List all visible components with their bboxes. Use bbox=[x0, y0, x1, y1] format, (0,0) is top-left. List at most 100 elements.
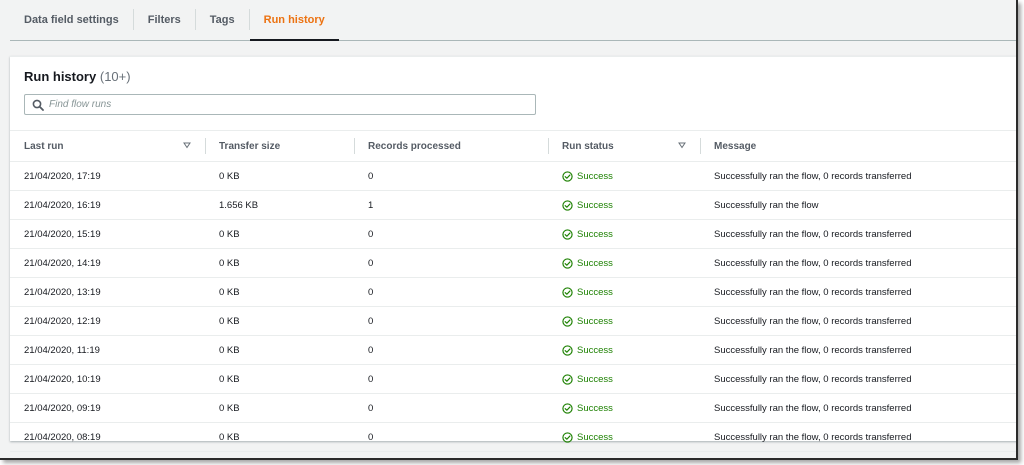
status-badge: Success bbox=[562, 345, 700, 356]
cell-records-processed: 1 bbox=[368, 199, 374, 211]
table-row[interactable]: 21/04/2020, 11:19 0 KB 0 Success Success… bbox=[10, 336, 1016, 365]
status-badge: Success bbox=[562, 171, 700, 182]
cell-message: Successfully ran the flow, 0 records tra… bbox=[714, 257, 912, 269]
status-badge: Success bbox=[562, 316, 700, 327]
column-header-label: Records processed bbox=[368, 140, 461, 152]
check-circle-icon bbox=[562, 344, 573, 356]
cell-last-run: 21/04/2020, 12:19 bbox=[24, 315, 101, 327]
check-circle-icon bbox=[562, 199, 573, 211]
check-circle-icon bbox=[562, 431, 573, 443]
column-divider bbox=[700, 138, 701, 154]
column-divider bbox=[354, 138, 355, 154]
cell-message: Successfully ran the flow, 0 records tra… bbox=[714, 373, 912, 385]
cell-transfer-size: 0 KB bbox=[219, 228, 240, 240]
tab-filters[interactable]: Filters bbox=[134, 0, 195, 40]
cell-message: Successfully ran the flow, 0 records tra… bbox=[714, 402, 912, 414]
status-text: Success bbox=[577, 344, 613, 356]
cell-run-status: Success bbox=[548, 287, 700, 298]
cell-last-run: 21/04/2020, 14:19 bbox=[24, 257, 101, 269]
status-text: Success bbox=[577, 199, 613, 211]
sort-down-icon[interactable] bbox=[678, 141, 686, 149]
panel-count: (10+) bbox=[99, 69, 131, 84]
column-header-transfer-size: Transfer size bbox=[205, 131, 354, 161]
check-circle-icon bbox=[562, 257, 573, 269]
panel-title: Run history (10+) bbox=[24, 69, 131, 84]
column-header-run-status[interactable]: Run status bbox=[548, 131, 700, 161]
cell-last-run: 21/04/2020, 10:19 bbox=[24, 373, 101, 385]
column-divider bbox=[548, 138, 549, 154]
table-row[interactable]: 21/04/2020, 14:19 0 KB 0 Success Success… bbox=[10, 249, 1016, 278]
panel-title-text: Run history bbox=[24, 69, 97, 84]
status-text: Success bbox=[577, 257, 613, 269]
cell-run-status: Success bbox=[548, 403, 700, 414]
column-header-label: Transfer size bbox=[219, 140, 281, 152]
tab-label: Tags bbox=[209, 14, 235, 26]
cell-message: Successfully ran the flow, 0 records tra… bbox=[714, 286, 912, 298]
status-text: Success bbox=[577, 228, 613, 240]
table-row[interactable]: 21/04/2020, 10:19 0 KB 0 Success Success… bbox=[10, 365, 1016, 394]
cell-message: Successfully ran the flow, 0 records tra… bbox=[714, 315, 912, 327]
table-row[interactable]: 21/04/2020, 15:19 0 KB 0 Success Success… bbox=[10, 220, 1016, 249]
check-circle-icon bbox=[562, 315, 573, 327]
cell-run-status: Success bbox=[548, 258, 700, 269]
cell-message: Successfully ran the flow, 0 records tra… bbox=[714, 344, 912, 356]
cell-records-processed: 0 bbox=[368, 257, 374, 269]
table-row[interactable]: 21/04/2020, 08:19 0 KB 0 Success Success… bbox=[10, 423, 1016, 452]
cell-records-processed: 0 bbox=[368, 228, 374, 240]
cell-run-status: Success bbox=[548, 171, 700, 182]
status-badge: Success bbox=[562, 403, 700, 414]
cell-last-run: 21/04/2020, 16:19 bbox=[24, 199, 101, 211]
cell-last-run: 21/04/2020, 09:19 bbox=[24, 402, 101, 414]
search-box[interactable] bbox=[24, 94, 536, 115]
table-body: 21/04/2020, 17:19 0 KB 0 Success Success… bbox=[10, 162, 1016, 452]
run-history-panel: Run history (10+) Last run Transf bbox=[10, 56, 1016, 452]
cell-run-status: Success bbox=[548, 374, 700, 385]
status-text: Success bbox=[577, 286, 613, 298]
app-frame: Data field settings Filters Tags Run his… bbox=[0, 0, 1018, 460]
cell-run-status: Success bbox=[548, 432, 700, 443]
cell-last-run: 21/04/2020, 11:19 bbox=[24, 344, 100, 356]
cell-records-processed: 0 bbox=[368, 344, 374, 356]
tab-tags[interactable]: Tags bbox=[196, 0, 249, 40]
cell-run-status: Success bbox=[548, 200, 700, 211]
cell-records-processed: 0 bbox=[368, 315, 374, 327]
cell-transfer-size: 0 KB bbox=[219, 257, 240, 269]
status-badge: Success bbox=[562, 374, 700, 385]
search-input[interactable] bbox=[49, 99, 519, 110]
column-header-label: Message bbox=[714, 140, 757, 152]
table-row[interactable]: 21/04/2020, 13:19 0 KB 0 Success Success… bbox=[10, 278, 1016, 307]
cell-records-processed: 0 bbox=[368, 373, 374, 385]
tab-bar: Data field settings Filters Tags Run his… bbox=[10, 0, 1016, 41]
cell-run-status: Success bbox=[548, 345, 700, 356]
table-row[interactable]: 21/04/2020, 17:19 0 KB 0 Success Success… bbox=[10, 162, 1016, 191]
column-header-last-run[interactable]: Last run bbox=[10, 131, 205, 161]
cell-transfer-size: 0 KB bbox=[219, 170, 240, 182]
table-row[interactable]: 21/04/2020, 09:19 0 KB 0 Success Success… bbox=[10, 394, 1016, 423]
table-row[interactable]: 21/04/2020, 12:19 0 KB 0 Success Success… bbox=[10, 307, 1016, 336]
cell-run-status: Success bbox=[548, 316, 700, 327]
table-row[interactable]: 21/04/2020, 16:19 1.656 KB 1 Success Suc… bbox=[10, 191, 1016, 220]
status-text: Success bbox=[577, 170, 613, 182]
column-header-label: Run status bbox=[562, 140, 614, 152]
cell-transfer-size: 0 KB bbox=[219, 373, 240, 385]
sort-down-icon[interactable] bbox=[183, 141, 191, 149]
tab-label: Data field settings bbox=[24, 14, 119, 26]
cell-records-processed: 0 bbox=[368, 402, 374, 414]
cell-message: Successfully ran the flow bbox=[714, 199, 819, 211]
tab-label: Filters bbox=[147, 14, 181, 26]
tab-run-history[interactable]: Run history bbox=[249, 0, 339, 41]
tab-data-field-settings[interactable]: Data field settings bbox=[10, 0, 133, 40]
cell-last-run: 21/04/2020, 15:19 bbox=[24, 228, 101, 240]
column-header-message: Message bbox=[700, 131, 1016, 161]
cell-run-status: Success bbox=[548, 229, 700, 240]
status-badge: Success bbox=[562, 258, 700, 269]
cell-transfer-size: 0 KB bbox=[219, 402, 240, 414]
column-header-records-processed: Records processed bbox=[354, 131, 548, 161]
cell-message: Successfully ran the flow, 0 records tra… bbox=[714, 228, 912, 240]
search-icon bbox=[32, 99, 44, 111]
cell-records-processed: 0 bbox=[368, 431, 374, 443]
check-circle-icon bbox=[562, 286, 573, 298]
status-badge: Success bbox=[562, 432, 700, 443]
column-header-label: Last run bbox=[24, 140, 64, 152]
check-circle-icon bbox=[562, 228, 573, 240]
